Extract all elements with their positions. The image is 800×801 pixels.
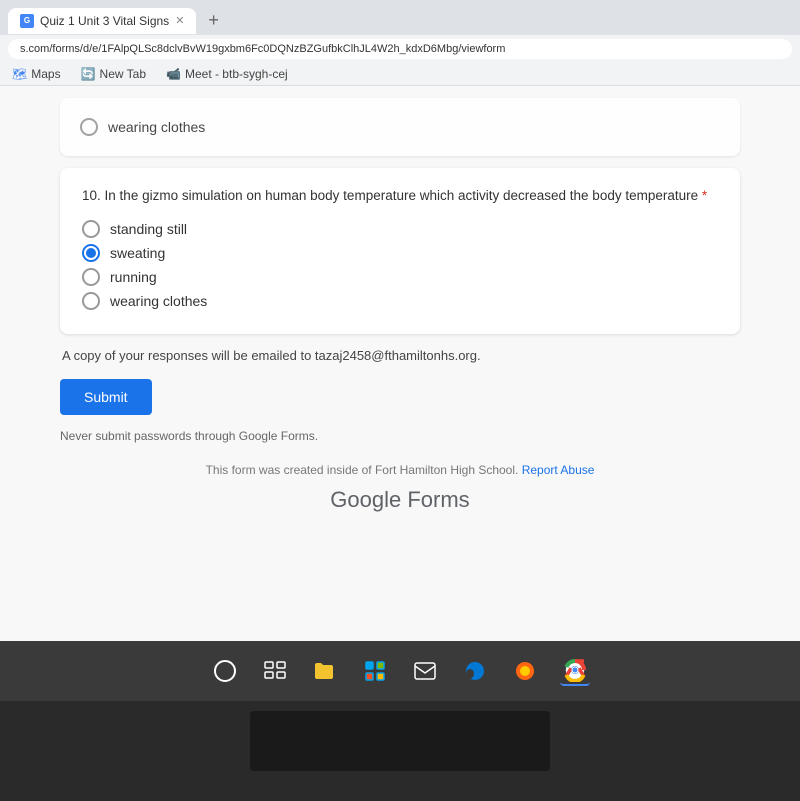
question-10-text: 10. In the gizmo simulation on human bod… <box>82 186 718 206</box>
radio-standing-still <box>82 220 100 238</box>
bookmark-meet-label: Meet - btb-sygh-cej <box>185 67 288 81</box>
radio-wearing-clothes <box>82 292 100 310</box>
google-forms-logo: Google Forms <box>60 487 740 513</box>
taskbar-chrome-icon[interactable] <box>560 656 590 686</box>
tab-favicon: G <box>20 14 34 28</box>
email-notice: A copy of your responses will be emailed… <box>60 348 740 363</box>
prev-option-wearing-clothes-label: wearing clothes <box>108 119 205 135</box>
page-content: wearing clothes 10. In the gizmo simulat… <box>0 86 800 641</box>
google-forms-label: Google Forms <box>330 487 469 512</box>
newtab-icon: 🔄 <box>81 67 96 81</box>
taskbar-fileexplorer-icon[interactable] <box>310 656 340 686</box>
bookmarks-bar: 🗺 Maps 🔄 New Tab 📹 Meet - btb-sygh-cej <box>0 63 800 86</box>
option-standing-still[interactable]: standing still <box>82 220 718 238</box>
option-standing-still-label: standing still <box>110 221 187 237</box>
active-tab[interactable]: G Quiz 1 Unit 3 Vital Signs ✕ <box>8 8 196 34</box>
form-container: wearing clothes 10. In the gizmo simulat… <box>0 86 800 641</box>
new-tab-button[interactable]: + <box>200 6 227 35</box>
taskbar-firefox-icon[interactable] <box>510 656 540 686</box>
browser-chrome: G Quiz 1 Unit 3 Vital Signs ✕ + 🗺 Maps 🔄… <box>0 0 800 86</box>
bookmark-maps-label: Maps <box>31 67 60 81</box>
prev-question-card: wearing clothes <box>60 98 740 156</box>
question-10-card: 10. In the gizmo simulation on human bod… <box>60 168 740 334</box>
option-running[interactable]: running <box>82 268 718 286</box>
footer-text: This form was created inside of Fort Ham… <box>60 463 740 477</box>
bookmark-newtab-label: New Tab <box>100 67 146 81</box>
device-keyboard <box>250 711 550 771</box>
tab-bar: G Quiz 1 Unit 3 Vital Signs ✕ + <box>0 0 800 35</box>
report-abuse-link[interactable]: Report Abuse <box>522 463 595 477</box>
question-10-number: 10. <box>82 188 101 203</box>
maps-icon: 🗺 <box>12 67 27 81</box>
tab-title: Quiz 1 Unit 3 Vital Signs <box>40 14 169 28</box>
bookmark-newtab[interactable]: 🔄 New Tab <box>77 65 150 83</box>
bookmark-maps[interactable]: 🗺 Maps <box>8 65 65 83</box>
radio-sweating <box>82 244 100 262</box>
question-10-body-text: In the gizmo simulation on human body te… <box>105 188 699 203</box>
taskbar-mail-icon[interactable] <box>410 656 440 686</box>
submit-button[interactable]: Submit <box>60 379 152 415</box>
option-wearing-clothes[interactable]: wearing clothes <box>82 292 718 310</box>
taskbar-edge-icon[interactable] <box>460 656 490 686</box>
prev-option-wearing-clothes[interactable]: wearing clothes <box>80 118 720 136</box>
option-running-label: running <box>110 269 157 285</box>
radio-running <box>82 268 100 286</box>
device-bottom <box>0 701 800 801</box>
address-bar-input[interactable] <box>8 39 792 59</box>
option-sweating[interactable]: sweating <box>82 244 718 262</box>
question-10-required: * <box>698 188 707 203</box>
footer-created-text: This form was created inside of Fort Ham… <box>206 463 519 477</box>
address-bar-row <box>0 35 800 63</box>
password-warning: Never submit passwords through Google Fo… <box>60 429 740 443</box>
taskbar-search-icon[interactable] <box>210 656 240 686</box>
taskbar <box>0 641 800 701</box>
option-wearing-clothes-label: wearing clothes <box>110 293 207 309</box>
bookmark-meet[interactable]: 📹 Meet - btb-sygh-cej <box>162 65 292 83</box>
prev-radio-circle-wearing-clothes <box>80 118 98 136</box>
taskbar-store-icon[interactable] <box>360 656 390 686</box>
option-sweating-label: sweating <box>110 245 165 261</box>
meet-icon: 📹 <box>166 67 181 81</box>
tab-close-icon[interactable]: ✕ <box>175 14 184 27</box>
taskbar-taskview-icon[interactable] <box>260 656 290 686</box>
